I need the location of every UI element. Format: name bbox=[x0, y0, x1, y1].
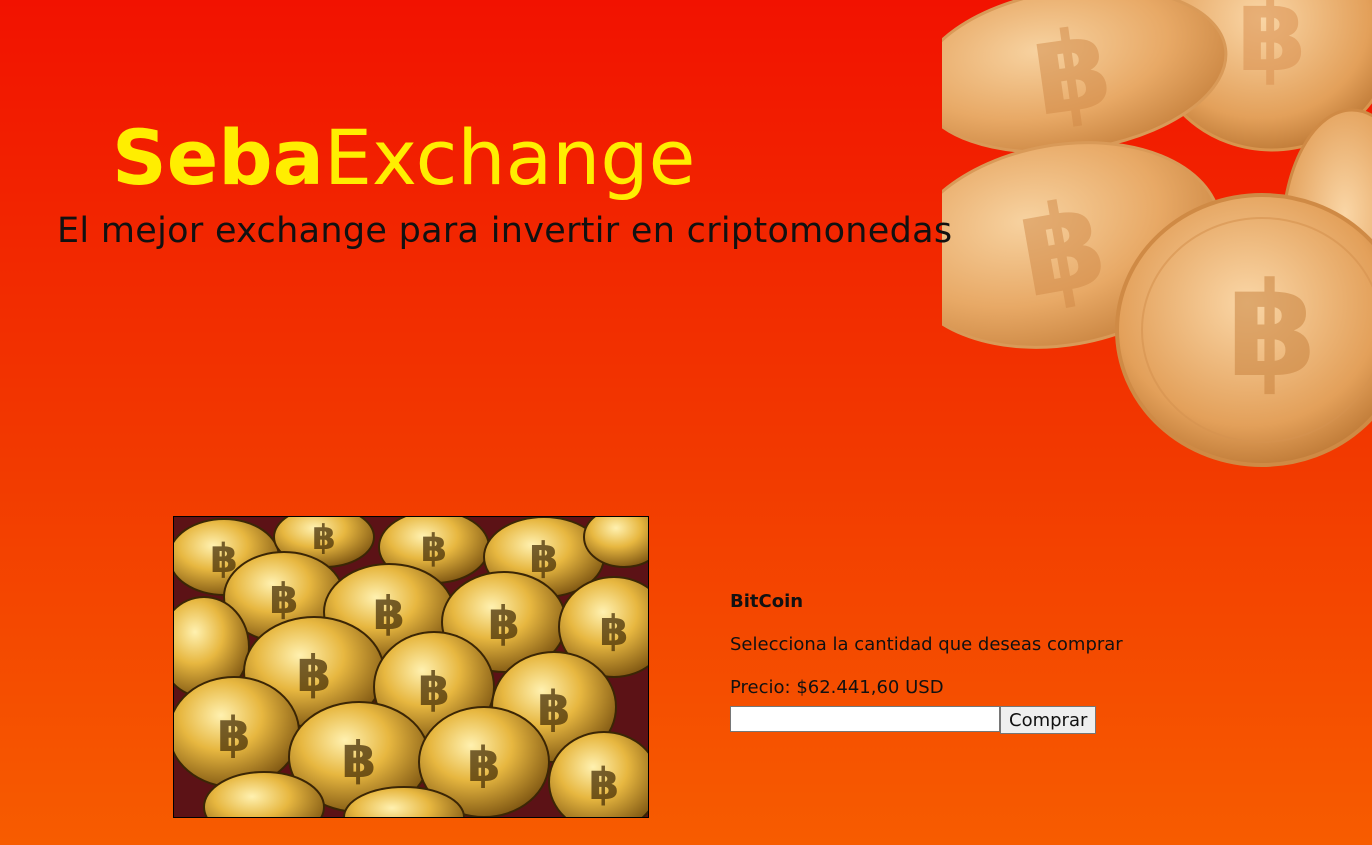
svg-text:฿: ฿ bbox=[589, 759, 620, 810]
svg-text:฿: ฿ bbox=[529, 533, 558, 582]
svg-text:฿: ฿ bbox=[210, 536, 238, 582]
svg-text:฿: ฿ bbox=[421, 526, 447, 570]
product-card: BitCoin Selecciona la cantidad que desea… bbox=[730, 588, 1123, 734]
svg-text:฿: ฿ bbox=[467, 737, 500, 793]
product-price: Precio: $62.441,60 USD bbox=[730, 677, 944, 698]
svg-text:฿: ฿ bbox=[1227, 254, 1317, 406]
svg-text:฿: ฿ bbox=[418, 662, 450, 716]
svg-text:฿: ฿ bbox=[312, 518, 336, 558]
tagline: El mejor exchange para invertir en cript… bbox=[57, 211, 953, 251]
bitcoin-pile-image: ฿ ฿ ฿ ฿ ฿ ฿ ฿ ฿ ฿ ฿ ฿ ฿ ฿ ฿ ฿ bbox=[173, 516, 649, 818]
svg-text:฿: ฿ bbox=[269, 574, 298, 623]
svg-text:฿: ฿ bbox=[599, 606, 628, 655]
buy-button[interactable]: Comprar bbox=[1000, 706, 1097, 734]
brand-name-bold: Seba bbox=[112, 113, 324, 202]
svg-text:฿: ฿ bbox=[488, 596, 520, 650]
quantity-input[interactable] bbox=[730, 706, 1000, 732]
svg-text:฿: ฿ bbox=[537, 681, 570, 737]
svg-text:฿: ฿ bbox=[297, 645, 332, 703]
brand-logo: SebaExchange bbox=[112, 113, 695, 203]
svg-text:฿: ฿ bbox=[342, 731, 377, 789]
brand-name-regular: Exchange bbox=[323, 113, 696, 202]
product-name: BitCoin bbox=[730, 591, 804, 612]
hero-coins-image: ฿ ฿ ฿ ฿ bbox=[901, 0, 1372, 480]
quantity-prompt: Selecciona la cantidad que deseas compra… bbox=[730, 634, 1123, 655]
svg-text:฿: ฿ bbox=[217, 707, 250, 763]
svg-text:฿: ฿ bbox=[373, 586, 405, 640]
buy-form: Comprar bbox=[730, 706, 1123, 734]
svg-text:฿: ฿ bbox=[1237, 0, 1307, 94]
